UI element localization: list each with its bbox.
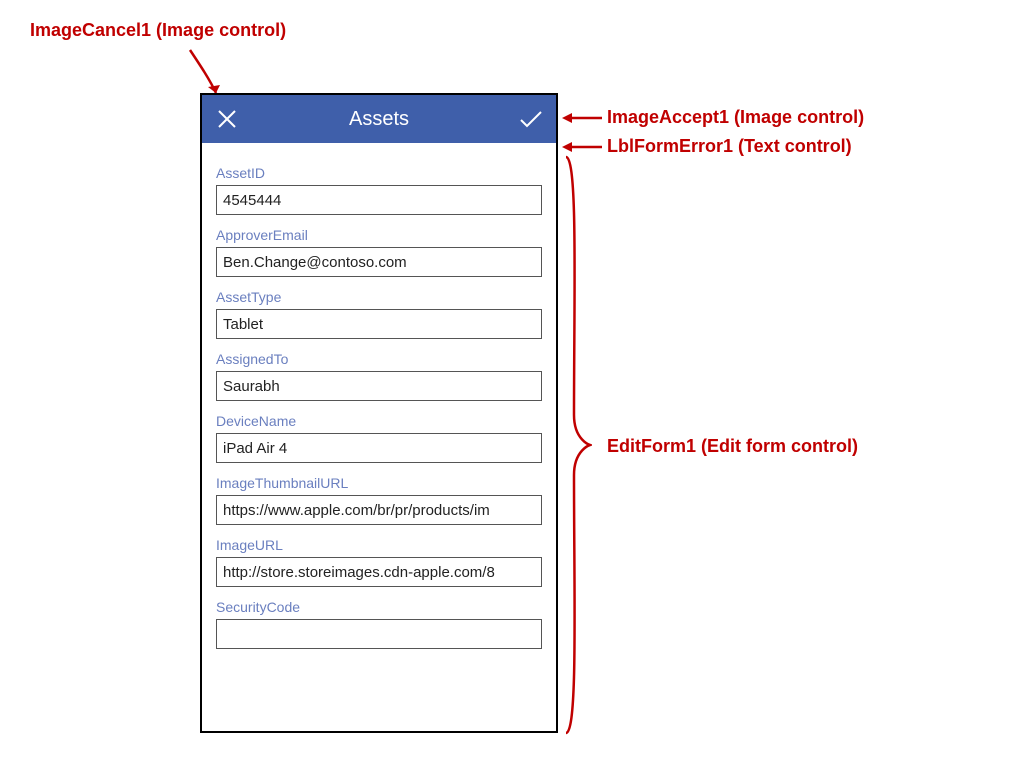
- field-label: AssetID: [216, 165, 542, 181]
- field-assetid: AssetID: [216, 165, 542, 215]
- field-label: AssetType: [216, 289, 542, 305]
- field-label: SecurityCode: [216, 599, 542, 615]
- close-icon[interactable]: [212, 104, 242, 134]
- field-imagethumbnailurl: ImageThumbnailURL: [216, 475, 542, 525]
- header-title: Assets: [349, 108, 409, 131]
- brace-edit-form: [562, 155, 592, 735]
- app-header: Assets: [202, 95, 556, 143]
- devicename-input[interactable]: [216, 433, 542, 463]
- callout-image-cancel: ImageCancel1 (Image control): [30, 20, 286, 41]
- edit-form: AssetID ApproverEmail AssetType Assigned…: [202, 155, 556, 649]
- field-devicename: DeviceName: [216, 413, 542, 463]
- imageurl-input[interactable]: [216, 557, 542, 587]
- callout-lbl-form-error: LblFormError1 (Text control): [607, 136, 852, 157]
- field-label: ImageURL: [216, 537, 542, 553]
- field-assettype: AssetType: [216, 289, 542, 339]
- assignedto-input[interactable]: [216, 371, 542, 401]
- field-securitycode: SecurityCode: [216, 599, 542, 649]
- field-assignedto: AssignedTo: [216, 351, 542, 401]
- phone-screen: Assets AssetID ApproverEmail AssetType A…: [200, 93, 558, 733]
- assettype-input[interactable]: [216, 309, 542, 339]
- callout-image-accept: ImageAccept1 (Image control): [607, 107, 864, 128]
- form-error-label: [202, 143, 556, 155]
- arrow-to-accept-icon: [562, 108, 602, 128]
- field-label: ApproverEmail: [216, 227, 542, 243]
- assetid-input[interactable]: [216, 185, 542, 215]
- securitycode-input[interactable]: [216, 619, 542, 649]
- field-label: AssignedTo: [216, 351, 542, 367]
- imagethumbnailurl-input[interactable]: [216, 495, 542, 525]
- field-label: ImageThumbnailURL: [216, 475, 542, 491]
- field-approveremail: ApproverEmail: [216, 227, 542, 277]
- field-label: DeviceName: [216, 413, 542, 429]
- arrow-to-error-label: [562, 137, 602, 157]
- accept-icon[interactable]: [516, 104, 546, 134]
- approveremail-input[interactable]: [216, 247, 542, 277]
- field-imageurl: ImageURL: [216, 537, 542, 587]
- callout-edit-form: EditForm1 (Edit form control): [607, 436, 858, 457]
